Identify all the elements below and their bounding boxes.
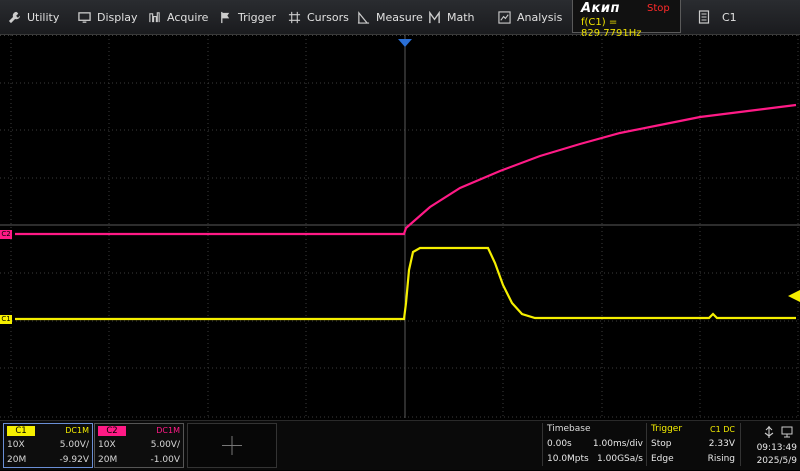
menu-analysis[interactable]: Analysis xyxy=(498,0,562,34)
timebase-title: Timebase xyxy=(547,424,591,434)
menu-measure-label: Measure xyxy=(376,10,423,24)
c2-scale: 5.00V/ xyxy=(150,440,180,450)
menu-acquire[interactable]: Acquire xyxy=(148,0,208,34)
menu-measure[interactable]: Measure xyxy=(357,0,423,34)
status-panel: 09:13:49 2025/5/9 xyxy=(740,423,800,466)
trigger-position-marker xyxy=(398,39,412,47)
c1-tag: C1 xyxy=(7,426,35,436)
document-icon[interactable] xyxy=(698,10,710,24)
clock-date: 2025/5/9 xyxy=(756,456,797,466)
trigger-source: C1 DC xyxy=(710,425,735,434)
menu-cursors-label: Cursors xyxy=(307,10,349,24)
trigger-slope: Rising xyxy=(707,454,735,464)
monitor-icon xyxy=(78,11,91,23)
menu-acquire-label: Acquire xyxy=(167,10,209,24)
plus-icon xyxy=(222,436,242,455)
run-state[interactable]: Stop xyxy=(647,3,670,14)
c2-offset: -1.00V xyxy=(150,455,180,465)
menu-trigger[interactable]: Trigger xyxy=(219,0,276,34)
center-axes xyxy=(0,35,800,418)
measure-icon xyxy=(357,10,370,24)
menu-analysis-label: Analysis xyxy=(517,10,563,24)
bottom-status-bar: C1 DC1M 10X 5.00V/ 20M -9.92V C2 DC1M 10… xyxy=(0,420,800,470)
timebase-delay: 0.00s xyxy=(547,439,572,449)
analysis-icon xyxy=(498,10,511,24)
c1-coupling: DC1M xyxy=(65,426,89,435)
top-menu-bar: Utility Display Acquire Trigger Cursors … xyxy=(0,0,800,39)
menu-math[interactable]: Math xyxy=(428,0,475,34)
timebase-points: 10.0Mpts xyxy=(547,454,589,464)
c1-ground-marker[interactable]: C1 xyxy=(0,315,12,324)
timebase-rate: 1.00GSa/s xyxy=(597,454,643,464)
c1-channel-box[interactable]: C1 DC1M 10X 5.00V/ 20M -9.92V xyxy=(3,423,93,468)
c2-coupling: DC1M xyxy=(156,426,180,435)
measurement-readout-box: Акип Stop f(C1) = 829.7791Hz xyxy=(572,0,681,39)
menu-cursors[interactable]: Cursors xyxy=(288,0,349,34)
c2-tag: C2 xyxy=(98,426,126,436)
add-channel-box[interactable] xyxy=(187,423,277,468)
c1-ground-marker-label: C1 xyxy=(1,315,11,323)
active-channel-label[interactable]: C1 xyxy=(722,11,737,24)
brand-logo: Акип xyxy=(581,1,620,16)
timebase-scale: 1.00ms/div xyxy=(592,439,643,449)
waveform-display[interactable]: C2 C1 xyxy=(0,35,800,418)
clock-time: 09:13:49 xyxy=(756,443,797,453)
c2-ground-marker-label: C2 xyxy=(1,230,11,238)
trigger-type: Edge xyxy=(651,454,674,464)
trigger-level-marker xyxy=(788,290,800,302)
trigger-panel[interactable]: Trigger C1 DC Stop 2.33V Edge Rising xyxy=(646,423,739,466)
c2-probe: 10X xyxy=(98,440,116,450)
menu-utility[interactable]: Utility xyxy=(8,0,59,34)
c2-ground-marker[interactable]: C2 xyxy=(0,230,12,239)
network-icon xyxy=(781,426,793,438)
crosshair-icon xyxy=(288,11,301,23)
trigger-mode: Stop xyxy=(651,439,672,449)
menu-math-label: Math xyxy=(447,10,475,24)
math-icon xyxy=(429,10,440,23)
menu-trigger-label: Trigger xyxy=(238,10,276,24)
menu-utility-label: Utility xyxy=(27,10,60,24)
c1-probe: 10X xyxy=(7,440,25,450)
menu-display-label: Display xyxy=(97,10,138,24)
graticule xyxy=(0,35,800,418)
c2-bandwidth: 20M xyxy=(98,455,118,465)
wrench-icon xyxy=(8,11,21,23)
acquire-icon xyxy=(149,11,160,22)
menu-display[interactable]: Display xyxy=(78,0,138,34)
trigger-title: Trigger xyxy=(651,424,683,434)
flag-icon xyxy=(221,11,230,23)
c1-bandwidth: 20M xyxy=(7,455,27,465)
timebase-panel[interactable]: Timebase 0.00s 1.00ms/div 10.0Mpts 1.00G… xyxy=(542,423,646,466)
c1-offset: -9.92V xyxy=(59,455,89,465)
usb-icon xyxy=(764,426,774,438)
c1-scale: 5.00V/ xyxy=(59,440,89,450)
c2-channel-box[interactable]: C2 DC1M 10X 5.00V/ 20M -1.00V xyxy=(94,423,184,468)
trigger-level: 2.33V xyxy=(708,439,735,449)
